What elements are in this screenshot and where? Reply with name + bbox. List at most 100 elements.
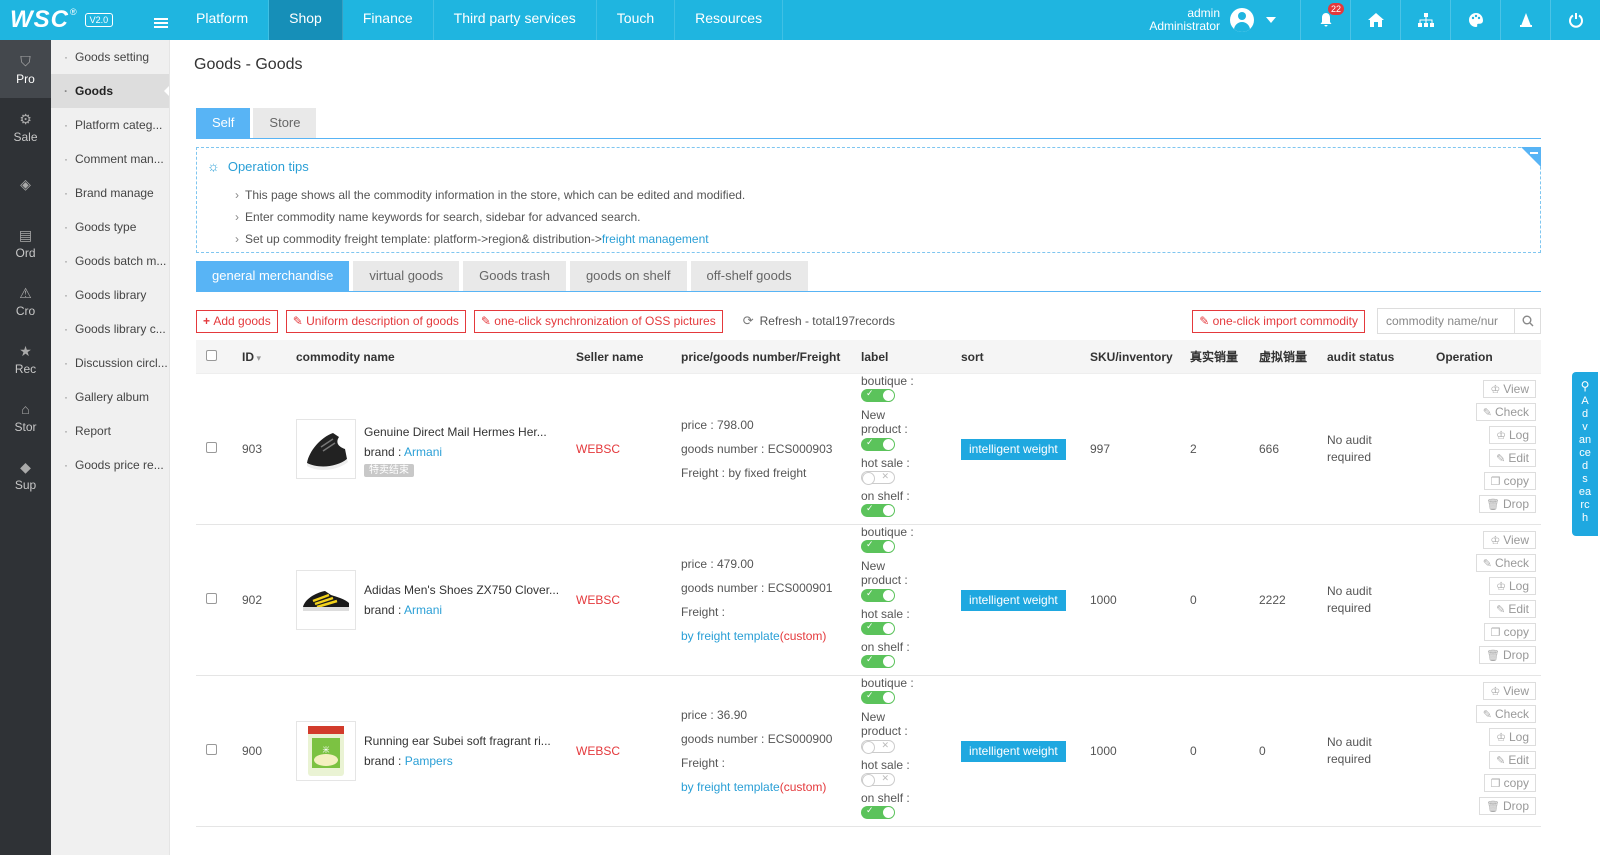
boutique-toggle[interactable]: [861, 539, 895, 553]
tab-self[interactable]: Self: [196, 108, 251, 138]
log-button[interactable]: ♔ Log: [1489, 728, 1536, 746]
module-item-tag[interactable]: ◈: [0, 156, 51, 214]
seller-name[interactable]: WEBSC: [576, 744, 681, 758]
product-image[interactable]: [296, 419, 356, 479]
brand-link[interactable]: Armani: [404, 603, 442, 617]
hot-sale-toggle[interactable]: [861, 471, 895, 485]
sort-weight-button[interactable]: intelligent weight: [961, 589, 1066, 611]
module-item-rec[interactable]: ★ Rec: [0, 330, 51, 388]
seller-name[interactable]: WEBSC: [576, 593, 681, 607]
new-product-toggle[interactable]: [861, 740, 895, 754]
row-checkbox[interactable]: [206, 442, 217, 453]
product-name[interactable]: Adidas Men's Shoes ZX750 Clover...: [364, 580, 559, 600]
copy-button[interactable]: ❐ copy: [1483, 623, 1536, 641]
on-shelf-toggle[interactable]: [861, 654, 895, 668]
product-name[interactable]: Genuine Direct Mail Hermes Her...: [364, 422, 547, 442]
submenu-item[interactable]: Goods library c...: [51, 312, 169, 346]
sitemap-icon[interactable]: [1400, 0, 1450, 40]
freight-template-link[interactable]: by freight template: [681, 629, 780, 643]
check-button[interactable]: ✎ Check: [1475, 403, 1536, 421]
submenu-item[interactable]: Goods price re...: [51, 448, 169, 482]
add-goods-button[interactable]: + Add goods: [196, 309, 278, 333]
submenu-item[interactable]: Comment man...: [51, 142, 169, 176]
user-info[interactable]: admin Administrator: [1149, 7, 1220, 33]
tab-goods-trash[interactable]: Goods trash: [463, 261, 566, 291]
tab-off-shelf-goods[interactable]: off-shelf goods: [690, 261, 808, 291]
search-input[interactable]: [1378, 309, 1514, 333]
view-button[interactable]: ♔ View: [1483, 682, 1536, 700]
advanced-search-button[interactable]: ⚲ Ad v an ce d s ea rc h: [1572, 372, 1598, 536]
column-id[interactable]: ID ▾: [226, 350, 296, 364]
collapse-tips-button[interactable]: [1521, 147, 1541, 167]
submenu-item[interactable]: Discussion circl...: [51, 346, 169, 380]
seller-name[interactable]: WEBSC: [576, 442, 681, 456]
sort-weight-button[interactable]: intelligent weight: [961, 740, 1066, 762]
submenu-item[interactable]: Goods type: [51, 210, 169, 244]
edit-button[interactable]: ✎ Edit: [1489, 600, 1536, 618]
hot-sale-toggle[interactable]: [861, 773, 895, 787]
submenu-item[interactable]: Goods batch m...: [51, 244, 169, 278]
new-product-toggle[interactable]: [861, 588, 895, 602]
product-name[interactable]: Running ear Subei soft fragrant ri...: [364, 731, 551, 751]
view-button[interactable]: ♔ View: [1483, 531, 1536, 549]
uniform-description-button[interactable]: ✎ Uniform description of goods: [285, 309, 466, 333]
check-button[interactable]: ✎ Check: [1475, 705, 1536, 723]
tab-store[interactable]: Store: [253, 108, 317, 138]
home-icon[interactable]: [1350, 0, 1400, 40]
logo[interactable]: WSC ® V2.0: [0, 0, 150, 40]
copy-button[interactable]: ❐ copy: [1483, 774, 1536, 792]
submenu-item[interactable]: Gallery album: [51, 380, 169, 414]
search-icon[interactable]: [1514, 309, 1540, 333]
tips-title[interactable]: ☼ Operation tips: [207, 158, 309, 174]
view-button[interactable]: ♔ View: [1483, 380, 1536, 398]
log-button[interactable]: ♔ Log: [1489, 426, 1536, 444]
submenu-item[interactable]: Goods setting: [51, 40, 169, 74]
nav-third-party-services[interactable]: Third party services: [434, 0, 597, 40]
bell-icon[interactable]: 22: [1300, 0, 1350, 40]
nav-resources[interactable]: Resources: [675, 0, 784, 40]
module-item-pro[interactable]: ⛉ Pro: [0, 40, 51, 98]
chevron-down-icon[interactable]: [1266, 17, 1276, 23]
new-product-toggle[interactable]: [861, 437, 895, 451]
nav-touch[interactable]: Touch: [597, 0, 676, 40]
palette-icon[interactable]: [1450, 0, 1500, 40]
module-item-ord[interactable]: ▤ Ord: [0, 214, 51, 272]
module-item-sale[interactable]: ⚙ Sale: [0, 98, 51, 156]
copy-button[interactable]: ❐ copy: [1483, 472, 1536, 490]
drop-button[interactable]: 🗑 Drop: [1479, 797, 1536, 815]
module-item-cro[interactable]: ⚠ Cro: [0, 272, 51, 330]
brand-link[interactable]: Pampers: [405, 754, 453, 768]
submenu-item[interactable]: Goods: [51, 74, 169, 108]
row-checkbox[interactable]: [206, 593, 217, 604]
sort-weight-button[interactable]: intelligent weight: [961, 438, 1066, 460]
submenu-item[interactable]: Platform categ...: [51, 108, 169, 142]
tab-general-merchandise[interactable]: general merchandise: [196, 261, 350, 291]
avatar[interactable]: [1230, 8, 1254, 32]
nav-shop[interactable]: Shop: [269, 0, 343, 40]
user-tie-icon[interactable]: [1500, 0, 1550, 40]
oss-sync-button[interactable]: ✎ one-click synchronization of OSS pictu…: [473, 309, 723, 333]
hot-sale-toggle[interactable]: [861, 621, 895, 635]
select-all-checkbox[interactable]: [206, 349, 217, 361]
submenu-item[interactable]: Goods library: [51, 278, 169, 312]
brand-link[interactable]: Armani: [404, 445, 442, 459]
module-item-sup[interactable]: ◆ Sup: [0, 446, 51, 504]
log-button[interactable]: ♔ Log: [1489, 577, 1536, 595]
freight-management-link[interactable]: freight management: [602, 232, 709, 246]
on-shelf-toggle[interactable]: [861, 805, 895, 819]
product-image[interactable]: [296, 570, 356, 630]
row-checkbox[interactable]: [206, 744, 217, 755]
boutique-toggle[interactable]: [861, 388, 895, 402]
boutique-toggle[interactable]: [861, 690, 895, 704]
nav-platform[interactable]: Platform: [176, 0, 270, 40]
tab-goods-on-shelf[interactable]: goods on shelf: [569, 261, 687, 291]
submenu-item[interactable]: Report: [51, 414, 169, 448]
tab-virtual-goods[interactable]: virtual goods: [353, 261, 460, 291]
power-icon[interactable]: [1550, 0, 1600, 40]
edit-button[interactable]: ✎ Edit: [1489, 751, 1536, 769]
nav-finance[interactable]: Finance: [343, 0, 434, 40]
submenu-item[interactable]: Brand manage: [51, 176, 169, 210]
module-item-stor[interactable]: ⌂ Stor: [0, 388, 51, 446]
drop-button[interactable]: 🗑 Drop: [1479, 646, 1536, 664]
check-button[interactable]: ✎ Check: [1475, 554, 1536, 572]
